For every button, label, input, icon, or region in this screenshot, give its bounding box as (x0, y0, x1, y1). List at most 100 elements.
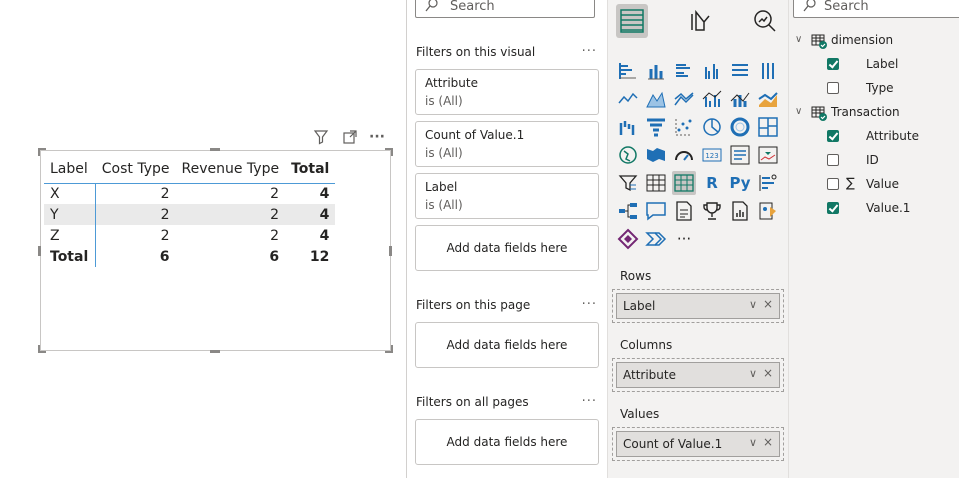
table-row[interactable]: X 2 2 4 (44, 183, 335, 204)
row-header[interactable]: X (44, 183, 97, 204)
r-script-visual-icon[interactable]: R (700, 171, 724, 195)
treemap-icon[interactable] (756, 115, 780, 139)
more-options-icon[interactable]: ··· (582, 394, 597, 409)
goals-trophy-icon[interactable] (700, 199, 724, 223)
rows-well[interactable]: Label ∨ × (612, 289, 784, 323)
field-row-id[interactable]: ID (827, 150, 955, 170)
filter-card-label[interactable]: Label is (All) (415, 173, 599, 219)
column-header-label[interactable]: Label (44, 155, 96, 184)
field-checkbox[interactable] (827, 202, 839, 214)
stacked-area-chart-icon[interactable] (672, 87, 696, 111)
pie-chart-icon[interactable] (700, 115, 724, 139)
map-icon[interactable] (616, 143, 640, 167)
resize-handle-bottom[interactable] (210, 350, 220, 353)
chevron-down-icon[interactable]: ∨ (749, 298, 757, 311)
funnel-chart-icon[interactable] (644, 115, 668, 139)
field-row-label[interactable]: Label (827, 54, 955, 74)
table-node-transaction[interactable]: ∨ Transaction (795, 102, 955, 122)
resize-handle-left[interactable] (38, 246, 41, 256)
paginated-report-icon[interactable] (728, 199, 752, 223)
qa-visual-icon[interactable] (644, 199, 668, 223)
line-chart-icon[interactable] (616, 87, 640, 111)
more-visuals-icon[interactable]: ··· (672, 227, 696, 251)
column-header-cost-type[interactable]: Cost Type (95, 155, 176, 184)
format-visual-tab[interactable] (683, 4, 715, 38)
values-well[interactable]: Count of Value.1 ∨ × (612, 427, 784, 461)
close-icon[interactable]: × (763, 435, 773, 449)
total-row[interactable]: Total 6 6 12 (44, 246, 335, 267)
filter-card-count-of-value1[interactable]: Count of Value.1 is (All) (415, 121, 599, 167)
smart-narrative-icon[interactable] (672, 199, 696, 223)
filled-map-icon[interactable] (644, 143, 668, 167)
chevron-down-icon[interactable]: ∨ (795, 30, 802, 50)
matrix-table[interactable]: Label Cost Type Revenue Type Total X 2 2… (44, 155, 336, 267)
field-row-attribute[interactable]: Attribute (827, 126, 955, 146)
waterfall-chart-icon[interactable] (616, 115, 640, 139)
columns-well[interactable]: Attribute ∨ × (612, 358, 784, 392)
card-icon[interactable]: 123 (700, 143, 724, 167)
chevron-down-icon[interactable]: ∨ (749, 436, 757, 449)
chevron-down-icon[interactable]: ∨ (749, 367, 757, 380)
chevron-down-icon[interactable]: ∨ (795, 102, 802, 122)
row-header[interactable]: Z (44, 225, 97, 246)
focus-mode-icon[interactable] (342, 129, 358, 145)
key-influencers-icon[interactable] (756, 171, 780, 195)
field-checkbox[interactable] (827, 154, 839, 166)
stacked-column-chart-icon[interactable] (644, 59, 668, 83)
area-chart-icon[interactable] (644, 87, 668, 111)
100pct-column-chart-icon[interactable] (756, 59, 780, 83)
values-field-pill[interactable]: Count of Value.1 ∨ × (616, 431, 780, 457)
slicer-icon[interactable] (616, 171, 640, 195)
python-visual-icon[interactable]: Py (728, 171, 752, 195)
field-checkbox[interactable] (827, 58, 839, 70)
fields-search-input[interactable]: Search (793, 0, 959, 18)
row-header[interactable]: Y (44, 204, 97, 225)
add-visual-filter-dropzone[interactable]: Add data fields here (415, 225, 599, 271)
table-row[interactable]: Z 2 2 4 (44, 225, 335, 246)
field-checkbox[interactable] (827, 82, 839, 94)
power-automate-icon[interactable] (644, 227, 668, 251)
resize-handle-right[interactable] (389, 246, 392, 256)
column-header-revenue-type[interactable]: Revenue Type (175, 155, 286, 184)
scatter-chart-icon[interactable] (672, 115, 696, 139)
field-row-type[interactable]: Type (827, 78, 955, 98)
field-checkbox[interactable] (827, 130, 839, 142)
more-options-icon[interactable]: ··· (582, 44, 597, 59)
resize-handle-bottom-right[interactable] (385, 345, 393, 353)
line-stacked-column-icon[interactable] (728, 87, 752, 111)
decomposition-tree-icon[interactable] (616, 199, 640, 223)
clustered-bar-chart-icon[interactable] (672, 59, 696, 83)
resize-handle-top[interactable] (210, 148, 220, 151)
donut-chart-icon[interactable] (728, 115, 752, 139)
stacked-bar-chart-icon[interactable] (616, 59, 640, 83)
resize-handle-top-right[interactable] (385, 148, 393, 156)
total-row-header[interactable]: Total (44, 246, 97, 267)
resize-handle-bottom-left[interactable] (38, 345, 46, 353)
table-visual-icon[interactable] (644, 171, 668, 195)
filters-search-input[interactable]: Search (415, 0, 595, 18)
power-apps-icon[interactable] (616, 227, 640, 251)
field-row-value[interactable]: ∑ Value (827, 174, 955, 194)
add-report-filter-dropzone[interactable]: Add data fields here (415, 419, 599, 465)
build-visual-tab[interactable] (616, 4, 648, 38)
columns-field-pill[interactable]: Attribute ∨ × (616, 362, 780, 388)
add-page-filter-dropzone[interactable]: Add data fields here (415, 322, 599, 368)
table-row[interactable]: Y 2 2 4 (44, 204, 336, 225)
more-options-icon[interactable]: ··· (582, 297, 597, 312)
field-row-value1[interactable]: Value.1 (827, 198, 955, 218)
analytics-tab[interactable] (749, 4, 781, 38)
field-checkbox[interactable] (827, 178, 839, 190)
table-node-dimension[interactable]: ∨ dimension (795, 30, 955, 50)
clustered-column-chart-icon[interactable] (700, 59, 724, 83)
multi-row-card-icon[interactable] (728, 143, 752, 167)
filter-icon[interactable] (313, 129, 329, 145)
arcgis-map-icon[interactable] (756, 199, 780, 223)
more-options-icon[interactable]: ··· (369, 129, 385, 145)
close-icon[interactable]: × (763, 366, 773, 380)
ribbon-chart-icon[interactable] (756, 87, 780, 111)
line-clustered-column-icon[interactable] (700, 87, 724, 111)
rows-field-pill[interactable]: Label ∨ × (616, 293, 780, 319)
column-header-total[interactable]: Total (285, 155, 336, 184)
kpi-icon[interactable] (756, 143, 780, 167)
matrix-visual-icon[interactable] (672, 171, 696, 195)
